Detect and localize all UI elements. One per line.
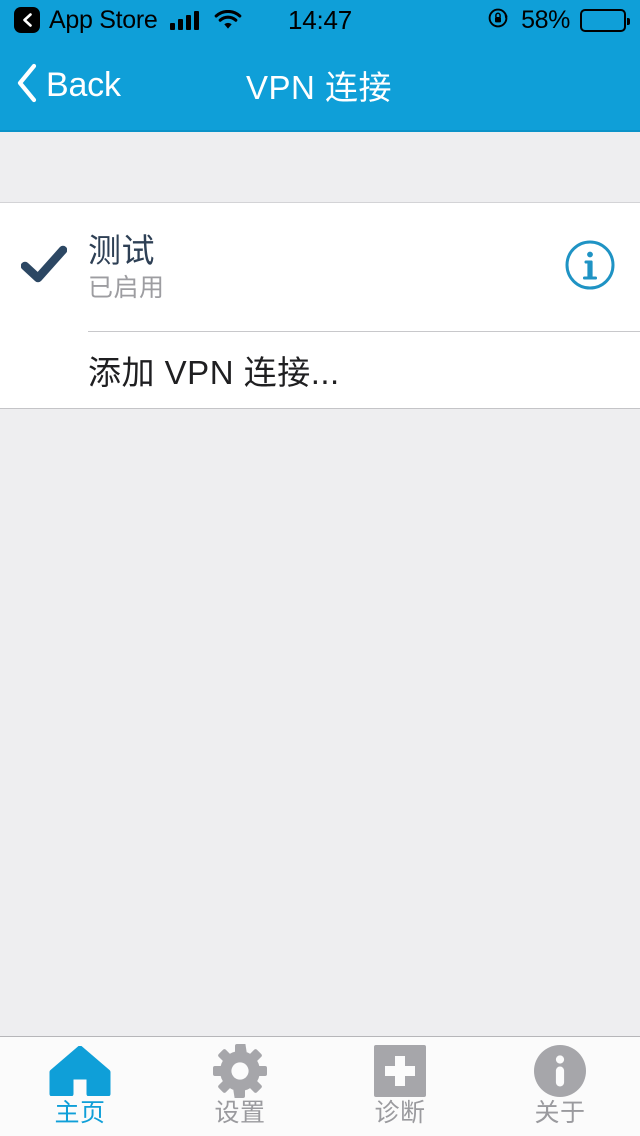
info-circle-filled-icon <box>534 1045 586 1097</box>
battery-percent-label: 58% <box>521 5 570 34</box>
tab-bar: 主页 设置 诊断 关于 <box>0 1036 640 1136</box>
status-bar: App Store 14:47 58% <box>0 0 640 40</box>
tab-about-label: 关于 <box>534 1099 586 1127</box>
chevron-left-icon <box>14 61 40 110</box>
navigation-bar: Back VPN 连接 <box>0 40 640 132</box>
rotation-lock-icon <box>487 6 511 35</box>
vpn-row-texts: 测试 已启用 <box>88 232 562 303</box>
vpn-info-button[interactable] <box>562 239 618 295</box>
battery-icon <box>580 8 630 32</box>
empty-area <box>0 409 640 1036</box>
add-vpn-connection-row[interactable]: 添加 VPN 连接... <box>0 332 640 408</box>
status-bar-back-badge[interactable] <box>14 7 40 33</box>
cellular-signal-icon <box>170 10 200 30</box>
section-header-spacer <box>0 132 640 203</box>
vpn-connection-row[interactable]: 测试 已启用 <box>0 203 640 331</box>
wifi-icon <box>214 9 242 31</box>
tab-diagnostics-label: 诊断 <box>374 1099 426 1127</box>
vpn-name-label: 测试 <box>88 231 155 269</box>
checkmark-icon <box>20 245 68 290</box>
gear-icon <box>213 1044 267 1098</box>
back-button[interactable]: Back <box>0 61 121 110</box>
tab-about[interactable]: 关于 <box>480 1037 640 1136</box>
status-bar-app-name[interactable]: App Store <box>49 7 158 33</box>
home-icon <box>49 1046 111 1096</box>
tab-home[interactable]: 主页 <box>0 1037 160 1136</box>
status-bar-right: 58% <box>487 5 630 35</box>
vpn-list: 测试 已启用 添加 VPN 连接... <box>0 203 640 409</box>
app-screen: App Store 14:47 58% Back VPN 连接 测试 已启用 添… <box>0 0 640 1136</box>
plus-square-icon <box>374 1045 426 1097</box>
content-area: 测试 已启用 添加 VPN 连接... <box>0 132 640 1036</box>
tab-home-label: 主页 <box>54 1099 106 1127</box>
tab-diagnostics[interactable]: 诊断 <box>320 1037 480 1136</box>
back-button-label: Back <box>46 66 121 104</box>
info-circle-icon <box>563 238 617 297</box>
tab-settings[interactable]: 设置 <box>160 1037 320 1136</box>
tab-settings-label: 设置 <box>214 1099 266 1127</box>
vpn-status-label: 已启用 <box>88 273 165 302</box>
status-bar-left: App Store <box>14 7 242 33</box>
add-vpn-label: 添加 VPN 连接... <box>88 354 340 391</box>
vpn-selected-indicator <box>0 245 88 290</box>
chevron-left-icon <box>21 12 34 28</box>
